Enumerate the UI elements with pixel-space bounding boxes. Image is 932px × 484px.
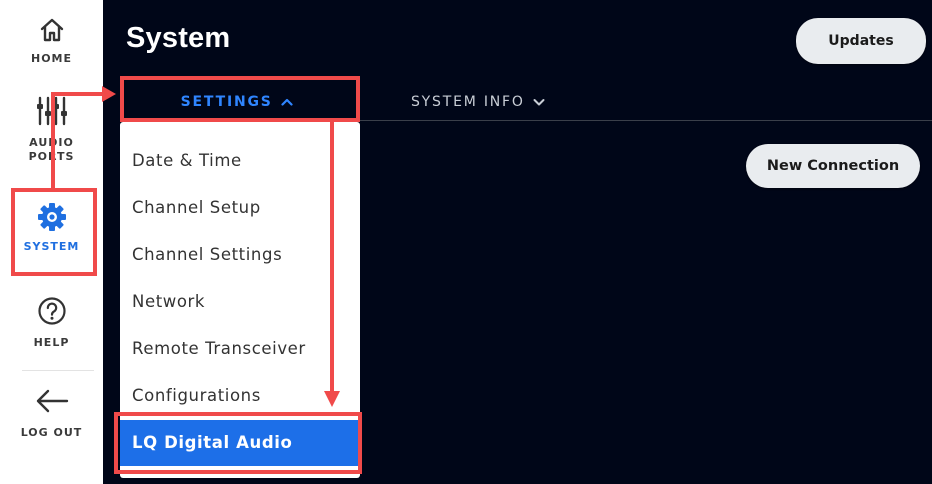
tab-bar-divider xyxy=(353,120,932,121)
sidebar-label-audio-ports: AUDIO PORTS xyxy=(28,136,75,163)
menu-item-configurations[interactable]: Configurations xyxy=(120,373,360,419)
sidebar-item-logout[interactable]: LOG OUT xyxy=(0,386,103,440)
arrow-left-icon xyxy=(36,389,68,413)
sidebar-label-system: SYSTEM xyxy=(23,240,80,253)
menu-item-date-time[interactable]: Date & Time xyxy=(120,138,360,184)
tab-system-info[interactable]: SYSTEM INFO xyxy=(403,86,553,118)
chevron-up-icon xyxy=(281,98,293,106)
help-icon xyxy=(37,297,66,325)
sidebar-label-logout: LOG OUT xyxy=(20,426,83,439)
tab-settings[interactable]: SETTINGS xyxy=(122,86,352,118)
home-icon xyxy=(40,18,63,42)
sidebar-item-home[interactable]: HOME xyxy=(0,16,103,66)
sidebar-label-help: HELP xyxy=(33,336,70,349)
sidebar-item-system[interactable]: SYSTEM xyxy=(0,202,103,254)
menu-item-channel-setup[interactable]: Channel Setup xyxy=(120,185,360,231)
settings-dropdown-menu: Date & Time Channel Setup Channel Settin… xyxy=(120,122,360,478)
audio-ports-icon xyxy=(36,96,67,126)
sidebar-item-help[interactable]: HELP xyxy=(0,296,103,350)
main-panel: System Updates SETTINGS SYSTEM INFO New … xyxy=(103,0,932,484)
updates-button[interactable]: Updates xyxy=(796,18,926,64)
sidebar-item-audio-ports[interactable]: AUDIO PORTS xyxy=(0,96,103,164)
gear-icon xyxy=(37,203,66,231)
menu-item-channel-settings[interactable]: Channel Settings xyxy=(120,232,360,278)
tab-active-underline xyxy=(126,118,354,121)
sidebar-divider xyxy=(22,370,94,371)
menu-item-network[interactable]: Network xyxy=(120,279,360,325)
menu-item-lq-digital-audio[interactable]: LQ Digital Audio xyxy=(120,420,360,466)
tab-system-info-label: SYSTEM INFO xyxy=(411,94,525,110)
sidebar-label-home: HOME xyxy=(30,52,73,65)
page-title: System xyxy=(126,22,231,54)
menu-item-remote-transceiver[interactable]: Remote Transceiver xyxy=(120,326,360,372)
sidebar: HOME AUDIO PORTS SYSTEM HELP LOG OUT xyxy=(0,0,103,484)
tab-settings-label: SETTINGS xyxy=(180,94,273,110)
new-connection-button[interactable]: New Connection xyxy=(746,144,920,188)
chevron-down-icon xyxy=(533,99,545,106)
